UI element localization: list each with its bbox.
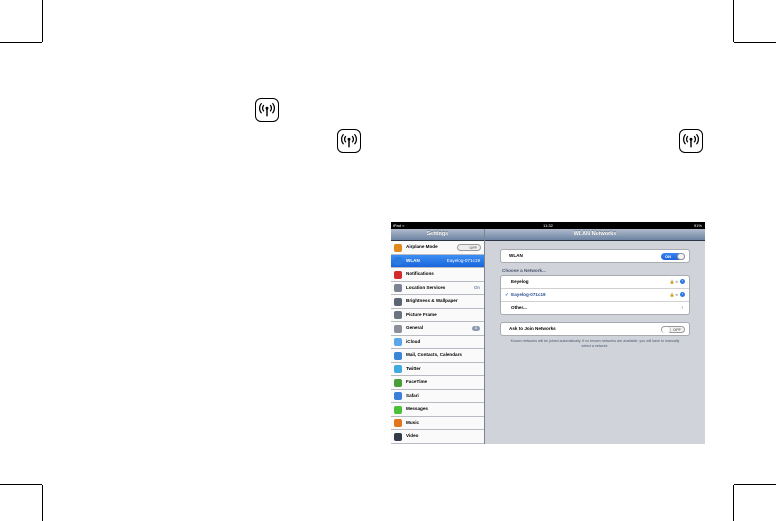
notifications-icon — [394, 270, 402, 279]
sidebar-item-label: General — [406, 325, 424, 330]
network-status-icons: 🔒 ≈ › — [670, 276, 685, 288]
music-icon — [394, 419, 402, 427]
network-name: Eeyelog — [511, 279, 529, 284]
crop-mark — [42, 485, 43, 521]
sidebar-item-label: Video — [406, 433, 419, 438]
crop-mark — [0, 42, 42, 43]
wireless-signal-icon — [255, 98, 279, 122]
twitter-icon — [394, 365, 402, 373]
video-icon — [394, 432, 402, 441]
facetime-icon — [394, 378, 402, 387]
crop-mark — [733, 485, 734, 521]
sidebar-item-label: FaceTime — [406, 379, 428, 384]
airplane-icon — [394, 243, 402, 252]
wlan-toggle[interactable]: ON — [661, 252, 685, 260]
sidebar-item-label: Twitter — [406, 365, 421, 371]
wlan-toggle-group: WLAN ON — [500, 249, 690, 263]
sidebar-item-label: WLAN — [406, 257, 420, 263]
compass-icon — [394, 392, 402, 400]
wlan-detail-pane: WLAN Networks WLAN ON Choose a Network..… — [485, 229, 705, 444]
sidebar-item[interactable]: Music — [391, 416, 484, 430]
choose-network-header: Choose a Network... — [502, 268, 546, 273]
status-battery: 91% — [693, 223, 702, 228]
sidebar-item-label: Notifications — [406, 271, 434, 276]
status-bar: iPad ≈ 11:32 91% — [391, 222, 705, 229]
other-network-row[interactable]: Other... › — [501, 302, 689, 314]
sidebar-item-label: Music — [406, 419, 420, 425]
sidebar-item-value: Eayelog-071c19 — [446, 257, 480, 263]
wifi-icon: ≈ — [675, 292, 678, 297]
network-status-icons: 🔒 ≈ › — [670, 289, 685, 301]
update-badge: 1 — [472, 325, 480, 331]
ask-join-row: Ask to Join Networks OFF — [501, 323, 689, 335]
ask-join-label: Ask to Join Networks — [509, 326, 556, 331]
sidebar-item[interactable]: iCloud — [391, 335, 484, 349]
sidebar-item-label: Location Services — [406, 284, 446, 290]
wireless-signal-icon — [337, 129, 361, 153]
sidebar-item[interactable]: Picture Frame — [391, 308, 484, 322]
airplane-mode-toggle[interactable]: OFF — [457, 243, 481, 251]
wlan-label: WLAN — [509, 253, 523, 258]
wlan-row: WLAN ON — [501, 250, 689, 262]
sidebar-item[interactable]: Video — [391, 430, 484, 444]
messages-icon — [394, 405, 402, 414]
wifi-icon: ≈ — [675, 279, 678, 284]
sidebar-item-label: Picture Frame — [406, 311, 437, 317]
sidebar-item[interactable]: Twitter — [391, 362, 484, 376]
sidebar-item[interactable]: Safari — [391, 389, 484, 403]
sidebar-item[interactable]: Airplane Mode OFF — [391, 241, 484, 255]
sidebar-item[interactable]: WLAN Eayelog-071c19 — [391, 254, 484, 268]
sidebar-item-value: On — [473, 284, 480, 290]
other-label: Other... — [511, 305, 527, 310]
sidebar-item[interactable]: Mail, Contacts, Calendars — [391, 349, 484, 363]
crop-mark — [734, 484, 776, 485]
sidebar-item[interactable]: Messages — [391, 403, 484, 417]
info-icon[interactable]: › — [680, 292, 685, 298]
crop-mark — [733, 0, 734, 42]
settings-title: Settings — [391, 229, 484, 241]
sidebar-item[interactable]: Brightness & Wallpaper — [391, 295, 484, 309]
network-list: Eeyelog 🔒 ≈ › ✓ Eayelog-071c19 🔒 ≈ › Oth… — [500, 275, 690, 315]
sidebar-item[interactable]: Location Services On — [391, 281, 484, 295]
ipad-screenshot: iPad ≈ 11:32 91% Settings Airplane Mode O… — [391, 222, 705, 444]
sidebar-item-label: iCloud — [406, 338, 421, 344]
location-icon — [394, 284, 402, 292]
gear-icon — [394, 324, 402, 333]
lock-icon: 🔒 — [669, 279, 675, 284]
crop-mark — [42, 0, 43, 42]
crop-mark — [734, 42, 776, 43]
sidebar-item[interactable]: General 1 — [391, 322, 484, 336]
sidebar-item-label: Airplane Mode — [406, 244, 438, 249]
wifi-icon — [394, 257, 402, 265]
sidebar-item-label: Messages — [406, 406, 428, 411]
info-icon[interactable]: › — [680, 279, 685, 285]
chevron-right-icon: › — [681, 305, 683, 311]
sidebar-item[interactable]: Photos — [391, 443, 484, 444]
ask-join-group: Ask to Join Networks OFF — [500, 322, 690, 336]
wlan-title: WLAN Networks — [485, 229, 705, 241]
network-row[interactable]: ✓ Eayelog-071c19 🔒 ≈ › — [501, 289, 689, 302]
status-time: 11:32 — [543, 223, 553, 228]
settings-sidebar: Settings Airplane Mode OFF WLAN Eayelog-071… — [391, 229, 485, 444]
cloud-icon — [394, 338, 402, 346]
sidebar-item-label: Mail, Contacts, Calendars — [406, 352, 462, 357]
crop-mark — [0, 484, 42, 485]
mail-icon — [394, 351, 402, 360]
brightness-icon — [394, 297, 402, 306]
lock-icon: 🔒 — [669, 292, 675, 297]
ask-join-toggle[interactable]: OFF — [661, 325, 685, 333]
settings-list: Airplane Mode OFF WLAN Eayelog-071c19 Notifi… — [391, 241, 484, 444]
picture-frame-icon — [394, 311, 402, 319]
wireless-signal-icon — [679, 129, 703, 153]
sidebar-item[interactable]: Notifications — [391, 268, 484, 282]
network-name: Eayelog-071c19 — [511, 292, 546, 297]
ask-join-footnote: Known networks will be joined automatica… — [510, 339, 680, 348]
sidebar-item[interactable]: FaceTime — [391, 376, 484, 390]
sidebar-item-label: Safari — [406, 392, 419, 398]
checkmark-icon: ✓ — [505, 292, 509, 297]
sidebar-item-label: Brightness & Wallpaper — [406, 298, 458, 303]
network-row[interactable]: Eeyelog 🔒 ≈ › — [501, 276, 689, 289]
